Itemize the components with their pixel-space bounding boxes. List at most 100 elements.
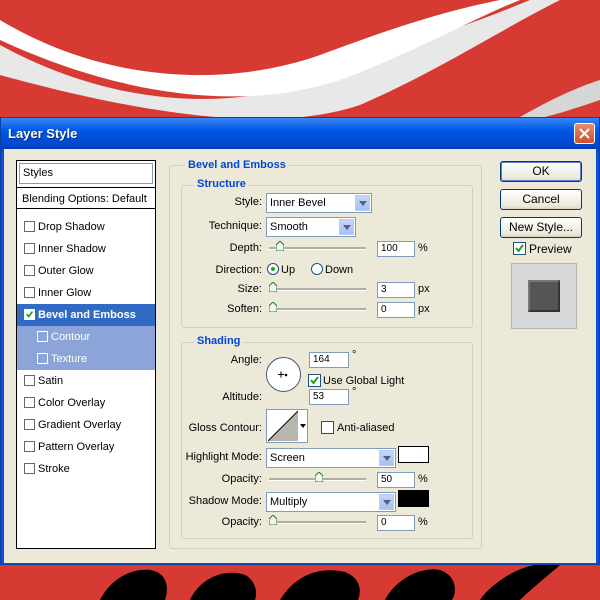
soften-slider-track[interactable]	[269, 308, 366, 311]
anti-aliased-checkbox[interactable]	[321, 421, 334, 434]
size-slider-thumb[interactable]	[269, 282, 277, 292]
styles-item-label: Satin	[38, 375, 64, 387]
styles-item-contour[interactable]: Contour	[17, 326, 155, 348]
soften-input[interactable]: 0	[377, 302, 415, 318]
close-button[interactable]	[574, 123, 595, 144]
styles-item-label: Drop Shadow	[38, 221, 105, 233]
use-global-light-label: Use Global Light	[323, 375, 405, 387]
styles-item-satin[interactable]: Satin	[17, 370, 155, 392]
technique-label: Technique:	[208, 220, 262, 232]
size-unit: px	[418, 283, 430, 295]
gloss-contour-picker[interactable]	[266, 409, 308, 443]
angle-label: Angle:	[230, 354, 262, 366]
direction-up-radio[interactable]	[267, 263, 279, 275]
highlight-mode-label: Highlight Mode:	[185, 451, 262, 463]
style-preview	[511, 263, 577, 329]
direction-down-label: Down	[325, 264, 354, 276]
styles-item-checkbox[interactable]	[24, 265, 35, 276]
highlight-mode-dropdown[interactable]: Screen	[266, 448, 396, 468]
preview-square	[528, 280, 560, 312]
angle-dial[interactable]	[265, 356, 302, 393]
depth-input[interactable]: 100	[377, 241, 415, 257]
styles-item-bevel-and-emboss[interactable]: Bevel and Emboss	[17, 304, 155, 326]
shadow-mode-label: Shadow Mode:	[188, 495, 262, 507]
shading-title: Shading	[194, 335, 244, 347]
shadow-opacity-unit: %	[418, 516, 428, 528]
highlight-opacity-input[interactable]: 50	[377, 472, 415, 488]
altitude-input[interactable]: 53	[309, 389, 349, 405]
title-bar[interactable]: Layer Style	[1, 118, 599, 149]
styles-item-label: Gradient Overlay	[38, 419, 122, 431]
styles-item-label: Color Overlay	[38, 397, 106, 409]
soften-label: Soften:	[227, 303, 262, 315]
size-label: Size:	[237, 283, 262, 295]
use-global-light-checkbox[interactable]	[308, 374, 321, 387]
highlight-color-swatch[interactable]	[398, 446, 429, 463]
styles-item-label: Outer Glow	[38, 265, 94, 277]
gloss-contour-label: Gloss Contour:	[188, 422, 262, 434]
shadow-opacity-thumb[interactable]	[269, 515, 277, 525]
size-input[interactable]: 3	[377, 282, 415, 298]
close-icon	[579, 128, 590, 139]
checkmark-icon	[310, 376, 319, 385]
styles-item-checkbox[interactable]	[24, 287, 35, 298]
depth-slider-thumb[interactable]	[276, 241, 284, 251]
styles-item-label: Inner Glow	[38, 287, 92, 299]
blending-options[interactable]: Blending Options: Default	[17, 187, 155, 209]
highlight-opacity-thumb[interactable]	[315, 472, 323, 482]
styles-item-label: Pattern Overlay	[38, 441, 115, 453]
styles-item-stroke[interactable]: Stroke	[17, 458, 155, 480]
shadow-opacity-track[interactable]	[269, 521, 366, 524]
styles-item-checkbox[interactable]	[24, 221, 35, 232]
styles-item-checkbox[interactable]	[24, 441, 35, 452]
chevron-down-icon	[379, 494, 394, 510]
styles-item-checkbox[interactable]	[24, 463, 35, 474]
styles-item-checkbox[interactable]	[24, 309, 35, 320]
shadow-opacity-input[interactable]: 0	[377, 515, 415, 531]
styles-item-inner-shadow[interactable]: Inner Shadow	[17, 238, 155, 260]
styles-item-checkbox[interactable]	[37, 353, 48, 364]
style-value: Inner Bevel	[270, 197, 326, 209]
structure-title: Structure	[194, 178, 249, 190]
styles-item-drop-shadow[interactable]: Drop Shadow	[17, 216, 155, 238]
soften-slider-thumb[interactable]	[269, 302, 277, 312]
styles-item-color-overlay[interactable]: Color Overlay	[17, 392, 155, 414]
preview-label: Preview	[529, 242, 572, 256]
size-slider-track[interactable]	[269, 288, 366, 291]
depth-label: Depth:	[229, 242, 262, 254]
ok-button[interactable]: OK	[500, 161, 582, 182]
shadow-mode-dropdown[interactable]: Multiply	[266, 492, 396, 512]
checkmark-icon	[26, 311, 34, 318]
chevron-down-icon	[355, 195, 370, 211]
dialog-title: Layer Style	[8, 126, 78, 141]
styles-item-checkbox[interactable]	[37, 331, 48, 342]
bevel-emboss-title: Bevel and Emboss	[185, 159, 289, 171]
highlight-opacity-unit: %	[418, 473, 428, 485]
shadow-color-swatch[interactable]	[398, 490, 429, 507]
styles-header[interactable]: Styles	[19, 163, 153, 184]
cancel-button[interactable]: Cancel	[500, 189, 582, 210]
preview-checkbox[interactable]	[513, 242, 526, 255]
angle-input[interactable]: 164	[309, 352, 349, 368]
technique-dropdown[interactable]: Smooth	[266, 217, 356, 237]
layer-style-dialog: Layer Style Styles Blending Options: Def…	[0, 117, 600, 565]
styles-item-checkbox[interactable]	[24, 397, 35, 408]
chevron-down-icon	[300, 424, 306, 428]
angle-degree: °	[352, 349, 357, 361]
altitude-label: Altitude:	[222, 391, 262, 403]
styles-item-outer-glow[interactable]: Outer Glow	[17, 260, 155, 282]
direction-down-radio[interactable]	[311, 263, 323, 275]
styles-item-pattern-overlay[interactable]: Pattern Overlay	[17, 436, 155, 458]
soften-unit: px	[418, 303, 430, 315]
styles-item-checkbox[interactable]	[24, 419, 35, 430]
style-dropdown[interactable]: Inner Bevel	[266, 193, 372, 213]
styles-item-texture[interactable]: Texture	[17, 348, 155, 370]
shadow-opacity-label: Opacity:	[221, 516, 262, 528]
new-style-button[interactable]: New Style...	[500, 217, 582, 238]
styles-item-inner-glow[interactable]: Inner Glow	[17, 282, 155, 304]
styles-item-checkbox[interactable]	[24, 375, 35, 386]
chevron-down-icon	[339, 219, 354, 235]
styles-item-checkbox[interactable]	[24, 243, 35, 254]
style-label: Style:	[234, 196, 262, 208]
styles-item-gradient-overlay[interactable]: Gradient Overlay	[17, 414, 155, 436]
